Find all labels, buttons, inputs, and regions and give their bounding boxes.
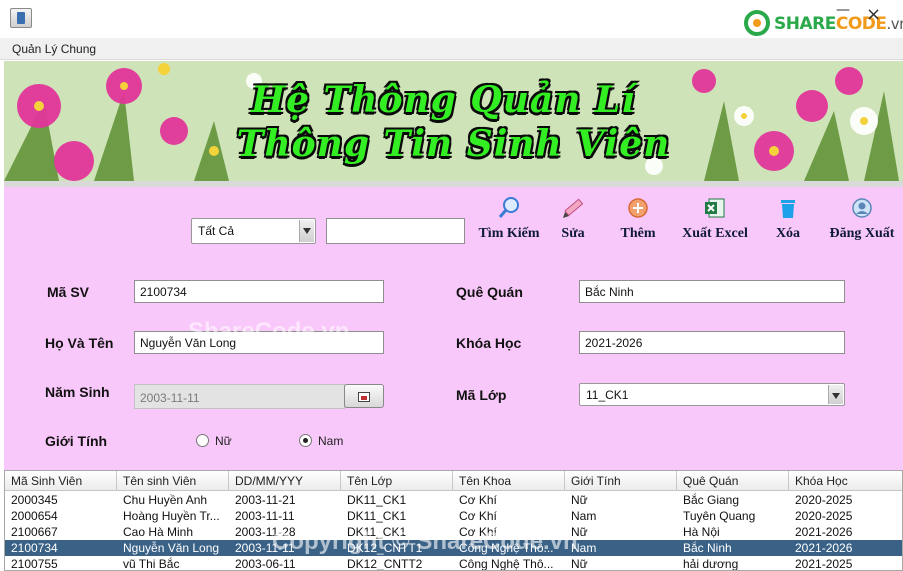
table-row[interactable]: 2100755 vũ Thi Bắc 2003-06-11 DK12_CNTT2 Côn… xyxy=(5,556,902,571)
search-filter-value: Tất Cả xyxy=(198,224,235,238)
column-header[interactable]: Quê Quán xyxy=(677,471,789,491)
table-cell: Cơ Khí xyxy=(459,525,497,539)
gender-label: Giới Tính xyxy=(45,433,108,449)
search-button[interactable]: Tìm Kiếm xyxy=(474,196,544,248)
full-name-field[interactable]: Nguyễn Văn Long xyxy=(134,331,384,354)
table-cell: hải dương xyxy=(683,557,739,571)
table-row[interactable]: 2100734 Nguyễn Văn Long 2003-11-11 DK12_CNT… xyxy=(5,540,902,556)
table-cell: DK12_CNTT2 xyxy=(347,557,423,571)
banner-title-line1: Hệ Thông Quản Lí xyxy=(251,79,636,121)
title-bar: SHARECODE.vn — × xyxy=(0,0,903,38)
table-cell: 2003-11-21 xyxy=(235,493,296,507)
student-table: Mã Sinh Viên Tên sinh Viên DD/MM/YYY Tên Lớ… xyxy=(4,470,903,571)
excel-icon xyxy=(705,198,725,218)
banner-title-line2: Thông Tin Sinh Viên xyxy=(236,123,671,165)
hometown-field[interactable]: Bắc Ninh xyxy=(579,280,845,303)
export-excel-button[interactable]: Xuất Excel xyxy=(676,196,754,248)
table-cell: Hoàng Huyền Tr... xyxy=(123,509,220,523)
course-label: Khóa Học xyxy=(456,335,522,351)
banner-image: Hệ Thông Quản Lí Thông Tin Sinh Viên xyxy=(4,61,903,181)
table-cell: 2003-11-28 xyxy=(235,525,296,539)
table-cell: Tuyên Quang xyxy=(683,509,756,523)
edit-button[interactable]: Sửa xyxy=(552,196,594,248)
table-cell: Chu Huyền Anh xyxy=(123,493,208,507)
trash-icon xyxy=(781,200,795,218)
pencil-icon xyxy=(563,198,584,218)
chevron-down-icon xyxy=(299,220,314,242)
column-header[interactable]: DD/MM/YYY xyxy=(229,471,341,491)
user-circle-icon xyxy=(852,198,872,218)
table-cell: Công Nghệ Thô... xyxy=(459,557,554,571)
radio-selected-icon xyxy=(299,434,312,447)
minimize-button[interactable]: — xyxy=(836,2,850,18)
table-cell: Bắc Giang xyxy=(683,493,740,507)
column-header[interactable]: Tên Khoa xyxy=(453,471,565,491)
table-cell: DK11_CK1 xyxy=(347,525,407,539)
table-cell: 2020-2025 xyxy=(795,509,853,523)
table-cell: 2000654 xyxy=(11,509,58,523)
add-button[interactable]: Thêm xyxy=(614,196,662,248)
date-picker-button[interactable] xyxy=(344,384,384,408)
table-cell: 2020-2025 xyxy=(795,493,853,507)
class-code-label: Mã Lớp xyxy=(456,387,507,403)
table-cell: Nữ xyxy=(571,557,588,571)
column-header[interactable]: Giới Tính xyxy=(565,471,677,491)
hometown-label: Quê Quán xyxy=(456,284,523,300)
chevron-down-icon xyxy=(828,385,843,404)
course-field[interactable]: 2021-2026 xyxy=(579,331,845,354)
table-cell: DK11_CK1 xyxy=(347,509,407,523)
table-cell: Bắc Ninh xyxy=(683,541,732,555)
sharecode-logo-icon xyxy=(744,10,770,36)
table-cell: Nữ xyxy=(571,493,588,507)
table-cell: Công Nghệ Thô... xyxy=(459,541,554,555)
table-cell: 2021-2025 xyxy=(795,557,853,571)
table-row[interactable]: 2000654 Hoàng Huyền Tr... 2003-11-11 DK11_C… xyxy=(5,508,902,524)
table-cell: Nữ xyxy=(571,525,588,539)
birth-date-field[interactable]: 2003-11-11 xyxy=(134,384,345,409)
student-id-label: Mã SV xyxy=(47,284,90,300)
table-cell: vũ Thi Bắc xyxy=(123,557,180,571)
full-name-label: Họ Và Tên xyxy=(45,335,114,351)
table-cell: 2100755 xyxy=(11,557,58,571)
birth-year-label: Năm Sinh xyxy=(45,384,110,400)
table-header: Mã Sinh Viên Tên sinh Viên DD/MM/YYY Tên Lớ… xyxy=(5,471,902,491)
table-row[interactable]: 2000345 Chu Huyền Anh 2003-11-21 DK11_CK1 Cơ… xyxy=(5,492,902,508)
table-cell: 2003-11-11 xyxy=(235,541,295,555)
java-app-icon[interactable] xyxy=(10,8,32,28)
column-header[interactable]: Khóa Học xyxy=(789,471,902,491)
student-id-field[interactable]: 2100734 xyxy=(134,280,384,303)
column-header[interactable]: Mã Sinh Viên xyxy=(5,471,117,491)
column-header[interactable]: Tên Lớp xyxy=(341,471,453,491)
search-input[interactable] xyxy=(326,218,465,244)
logout-button[interactable]: Đăng Xuất xyxy=(822,196,902,248)
table-cell: 2000345 xyxy=(11,493,58,507)
table-cell: 2021-2026 xyxy=(795,541,853,555)
menu-quan-ly-chung[interactable]: Quản Lý Chung xyxy=(12,42,96,56)
table-cell: 2021-2026 xyxy=(795,525,853,539)
table-cell: Nam xyxy=(571,509,597,523)
table-cell: Nguyễn Văn Long xyxy=(123,541,220,555)
table-cell: Cao Hà Minh xyxy=(123,525,194,539)
table-cell: Hà Nội xyxy=(683,525,720,539)
table-cell: 2003-06-11 xyxy=(235,557,296,571)
table-cell: Cơ Khí xyxy=(459,509,497,523)
table-cell: 2003-11-11 xyxy=(235,509,295,523)
table-cell: DK11_CK1 xyxy=(347,493,407,507)
delete-button[interactable]: Xóa xyxy=(768,196,808,248)
table-cell: DK12_CNTT1 xyxy=(347,541,423,555)
table-row[interactable]: 2100667 Cao Hà Minh 2003-11-28 DK11_CK1 Cơ K… xyxy=(5,524,902,540)
table-cell: 2100734 xyxy=(11,541,58,555)
menu-bar: Quản Lý Chung xyxy=(0,38,903,60)
calendar-icon xyxy=(358,392,370,402)
radio-icon xyxy=(196,434,209,447)
column-header[interactable]: Tên sinh Viên xyxy=(117,471,229,491)
table-cell: 2100667 xyxy=(11,525,58,539)
class-code-select[interactable]: 11_CK1 xyxy=(579,383,845,406)
table-cell: Nam xyxy=(571,541,597,555)
close-button[interactable]: × xyxy=(866,4,881,25)
plus-circle-icon xyxy=(628,198,648,218)
search-icon xyxy=(498,197,519,218)
table-cell: Cơ Khí xyxy=(459,493,497,507)
search-filter-select[interactable]: Tất Cả xyxy=(191,218,316,244)
